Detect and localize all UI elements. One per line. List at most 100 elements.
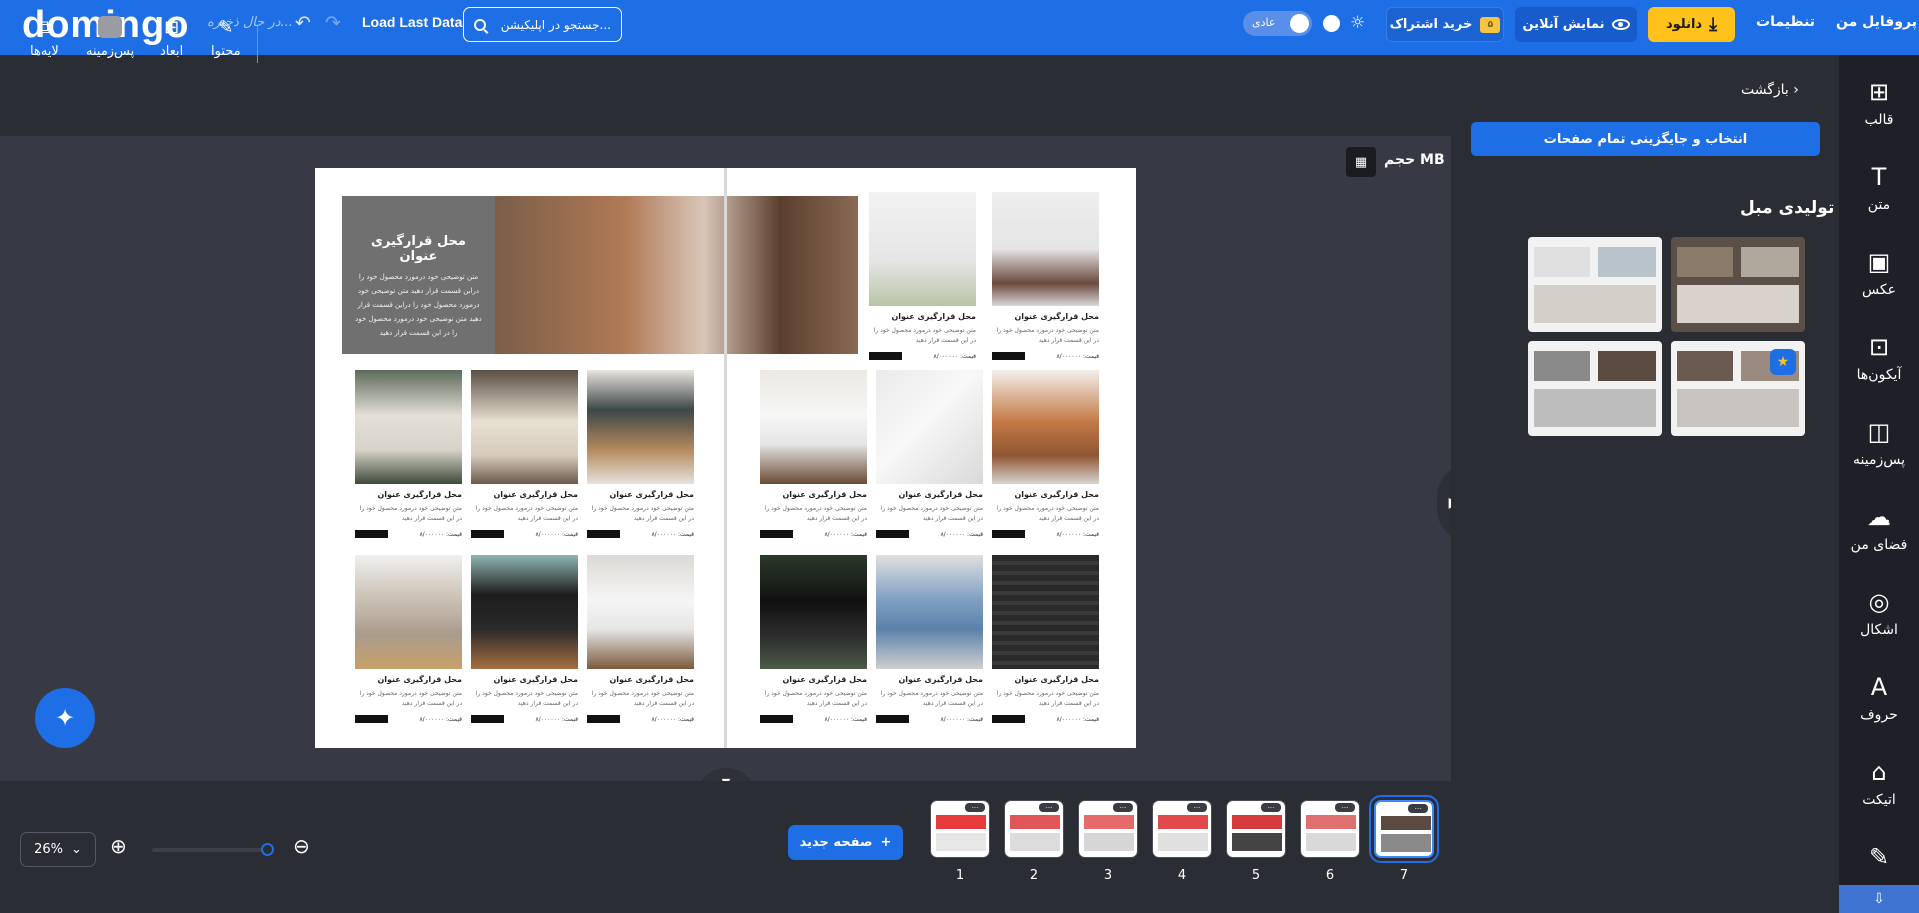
product-image bbox=[876, 370, 983, 484]
product-description: متن توضیحی خود درمورد محصول خود را در ای… bbox=[475, 690, 578, 707]
tool-background-label: پس‌زمینه bbox=[86, 44, 135, 59]
sidebar-item-my-space[interactable]: ☁ فضای من bbox=[1839, 503, 1919, 553]
moon-icon[interactable] bbox=[1323, 15, 1340, 32]
tool-dimensions[interactable]: ⊞ ابعاد bbox=[160, 16, 184, 60]
price-label: قیمت: ۸/۰۰۰۰۰۰ bbox=[940, 715, 983, 723]
page-thumbnail[interactable]: ... bbox=[1152, 800, 1212, 858]
product-card[interactable]: محل قرارگیری عنوان متن توضیحی خود درمورد… bbox=[355, 370, 462, 538]
sidebar-scroll-down-icon[interactable]: ⇩ bbox=[1839, 885, 1919, 913]
product-image bbox=[992, 370, 1099, 484]
product-price: قیمت: ۸/۰۰۰۰۰۰ bbox=[471, 715, 578, 723]
price-label: قیمت: ۸/۰۰۰۰۰۰ bbox=[933, 352, 976, 360]
product-card[interactable]: محل قرارگیری عنوان متن توضیحی خود درمورد… bbox=[992, 192, 1099, 360]
product-description: متن توضیحی خود درمورد محصول خود را در ای… bbox=[880, 505, 983, 522]
product-card[interactable]: محل قرارگیری عنوان متن توضیحی خود درمورد… bbox=[876, 370, 983, 538]
template-icon: ⊞ bbox=[1868, 78, 1890, 106]
tool-dimensions-label: ابعاد bbox=[160, 44, 184, 59]
zoom-slider-handle[interactable] bbox=[261, 843, 274, 856]
zoom-slider[interactable] bbox=[152, 848, 269, 852]
redo-icon[interactable]: ↷ bbox=[325, 12, 341, 34]
hero-description: متن توضیحی خود درمورد محصول خود را درابن… bbox=[355, 273, 482, 337]
online-preview-button[interactable]: نمایش آنلاین bbox=[1515, 7, 1637, 42]
profile-link[interactable]: پروفایل من bbox=[1836, 14, 1917, 30]
subscribe-button[interactable]: خرید اشتراک ۵ bbox=[1386, 7, 1504, 42]
product-card[interactable]: محل قرارگیری عنوان متن توضیحی خود درمورد… bbox=[992, 370, 1099, 538]
more-icon[interactable]: ... bbox=[1408, 804, 1428, 813]
product-description: متن توضیحی خود درمورد محصول خود را در ای… bbox=[996, 327, 1099, 344]
sidebar-item-draw[interactable]: ✎ bbox=[1839, 843, 1919, 871]
product-card[interactable]: محل قرارگیری عنوان متن توضیحی خود درمورد… bbox=[992, 555, 1099, 723]
product-title: محل قرارگیری عنوان bbox=[782, 490, 867, 499]
sidebar-item-background[interactable]: ◫ پس‌زمینه bbox=[1839, 418, 1919, 468]
sidebar-item-shapes[interactable]: ◎ اشکال bbox=[1839, 588, 1919, 638]
tag-icon: ⌂ bbox=[1871, 758, 1887, 786]
sidebar-item-template[interactable]: ⊞ قالب bbox=[1839, 78, 1919, 128]
product-image bbox=[355, 555, 462, 669]
page-thumbnail[interactable]: ... bbox=[1226, 800, 1286, 858]
tool-background[interactable]: پس‌زمینه bbox=[86, 16, 134, 59]
product-card[interactable]: محل قرارگیری عنوان متن توضیحی خود درمورد… bbox=[587, 370, 694, 538]
product-card[interactable]: محل قرارگیری عنوان متن توضیحی خود درمورد… bbox=[355, 555, 462, 723]
calculator-icon[interactable]: ▦ bbox=[1346, 147, 1376, 177]
page-thumbnail[interactable]: ... bbox=[1300, 800, 1360, 858]
page-thumbnail[interactable]: ... bbox=[1078, 800, 1138, 858]
download-button[interactable]: دانلود ⤓ bbox=[1648, 7, 1735, 42]
sidebar-item-fonts[interactable]: A حروف bbox=[1839, 673, 1919, 723]
magic-wand-button[interactable]: ✦ bbox=[35, 688, 95, 748]
sidebar-item-text[interactable]: T متن bbox=[1839, 163, 1919, 213]
more-icon[interactable]: ... bbox=[1039, 803, 1059, 812]
hero-banner[interactable]: محل قرارگیری عنوان متن توضیحی خود درمورد… bbox=[342, 196, 858, 354]
template-panel bbox=[1451, 55, 1839, 913]
undo-icon[interactable]: ↶ bbox=[295, 12, 311, 34]
chevron-down-icon: ⌄ bbox=[71, 842, 82, 857]
tool-layers[interactable]: ⧉ لایه‌ها bbox=[30, 16, 59, 60]
replace-all-pages-button[interactable]: انتخاب و جایگزینی تمام صفحات bbox=[1471, 122, 1820, 156]
more-icon[interactable]: ... bbox=[1335, 803, 1355, 812]
product-card[interactable]: محل قرارگیری عنوان متن توضیحی خود درمورد… bbox=[869, 192, 976, 360]
thumb-accent bbox=[1158, 815, 1208, 829]
add-favorite-icon[interactable]: ★ bbox=[1770, 349, 1796, 375]
subscribe-label: خرید اشتراک bbox=[1389, 17, 1473, 32]
search-icon bbox=[474, 18, 486, 31]
product-title: محل قرارگیری عنوان bbox=[493, 675, 578, 684]
more-icon[interactable]: ... bbox=[1113, 803, 1133, 812]
theme-toggle[interactable]: عادی bbox=[1243, 11, 1312, 36]
product-card[interactable]: محل قرارگیری عنوان متن توضیحی خود درمورد… bbox=[471, 370, 578, 538]
settings-link[interactable]: تنظیمات bbox=[1756, 14, 1815, 30]
product-card[interactable]: محل قرارگیری عنوان متن توضیحی خود درمورد… bbox=[471, 555, 578, 723]
product-title: محل قرارگیری عنوان bbox=[609, 490, 694, 499]
new-page-button[interactable]: صفحه جدید + bbox=[788, 825, 903, 860]
load-last-data-button[interactable]: Load Last Data bbox=[362, 14, 462, 30]
online-preview-label: نمایش آنلاین bbox=[1522, 17, 1605, 32]
search-input[interactable]: جستجو در اپلیکیشن... bbox=[463, 7, 622, 42]
more-icon[interactable]: ... bbox=[965, 803, 985, 812]
sidebar-item-tag[interactable]: ⌂ اتیکت bbox=[1839, 758, 1919, 808]
zoom-select[interactable]: 26% ⌄ bbox=[20, 832, 96, 867]
page-thumbnail[interactable]: ... bbox=[930, 800, 990, 858]
more-icon[interactable]: ... bbox=[1187, 803, 1207, 812]
zoom-out-icon[interactable]: ⊖ bbox=[293, 834, 310, 858]
catalog-spread[interactable]: محل قرارگیری عنوان متن توضیحی خود درمورد… bbox=[315, 168, 1136, 748]
more-icon[interactable]: ... bbox=[1261, 803, 1281, 812]
product-card[interactable]: محل قرارگیری عنوان متن توضیحی خود درمورد… bbox=[587, 555, 694, 723]
shapes-icon: ◎ bbox=[1868, 588, 1890, 616]
sidebar-label: فضای من bbox=[1850, 537, 1908, 553]
sidebar-item-photo[interactable]: ▣ عکس bbox=[1839, 248, 1919, 298]
page-thumbnail-selected[interactable]: ... bbox=[1369, 795, 1439, 863]
product-card[interactable]: محل قرارگیری عنوان متن توضیحی خود درمورد… bbox=[760, 555, 867, 723]
sun-icon[interactable]: ☼ bbox=[1350, 13, 1365, 33]
sidebar-item-icons[interactable]: ⊡ آیکون‌ها bbox=[1839, 333, 1919, 383]
thumb-accent bbox=[1381, 816, 1431, 830]
product-price: قیمت: ۸/۰۰۰۰۰۰ bbox=[992, 715, 1099, 723]
price-label: قیمت: ۸/۰۰۰۰۰۰ bbox=[940, 530, 983, 538]
tool-content[interactable]: ✎ محتوا bbox=[211, 16, 241, 60]
template-thumbnail[interactable] bbox=[1528, 237, 1662, 332]
product-image bbox=[471, 555, 578, 669]
zoom-in-icon[interactable]: ⊕ bbox=[110, 834, 127, 858]
template-thumbnail[interactable] bbox=[1671, 237, 1805, 332]
back-link[interactable]: بازگشت › bbox=[1741, 82, 1799, 98]
product-card[interactable]: محل قرارگیری عنوان متن توضیحی خود درمورد… bbox=[760, 370, 867, 538]
template-thumbnail[interactable] bbox=[1528, 341, 1662, 436]
product-card[interactable]: محل قرارگیری عنوان متن توضیحی خود درمورد… bbox=[876, 555, 983, 723]
page-thumbnail[interactable]: ... bbox=[1004, 800, 1064, 858]
